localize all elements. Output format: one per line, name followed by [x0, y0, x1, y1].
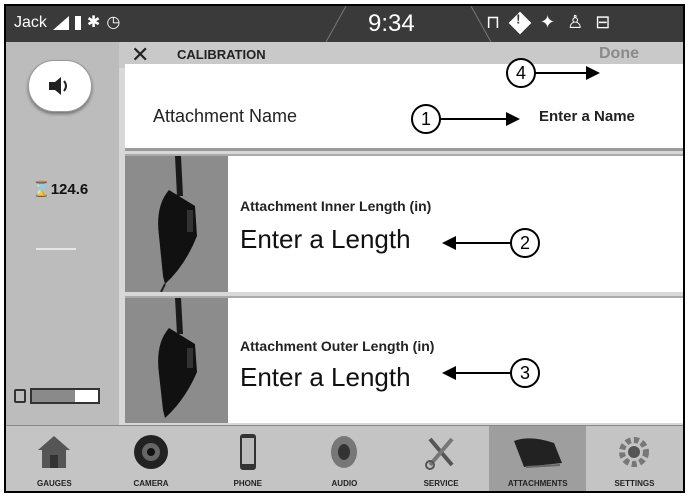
- outer-length-card[interactable]: Attachment Outer Length (in) Enter a Len…: [125, 296, 683, 423]
- phone-icon: [228, 432, 268, 472]
- callout-1-arrow-line: [439, 118, 509, 120]
- hour-meter: ⌛124.6: [32, 180, 88, 198]
- callout-4: 4: [506, 58, 536, 88]
- nav-label: SETTINGS: [614, 479, 655, 488]
- nav-settings[interactable]: SETTINGS: [586, 426, 683, 491]
- bluetooth-icon: ✱: [86, 14, 101, 31]
- hour-meter-value: 124.6: [50, 181, 89, 198]
- clock-icon: ◷: [106, 14, 121, 31]
- callout-1-arrowhead: [506, 112, 520, 126]
- nav-camera[interactable]: CAMERA: [103, 426, 200, 491]
- inner-length-card[interactable]: Attachment Inner Length (in) Enter a Len…: [125, 154, 683, 293]
- status-bar: Jack ✱ ◷ 9:34 ⊓ ! ✦ ♙ ⊟: [6, 6, 683, 42]
- page-title: CALIBRATION: [177, 47, 266, 62]
- bird-icon: ✦: [540, 12, 556, 32]
- warning-icon: !: [508, 11, 532, 34]
- fuel-pump-icon: ⊟: [595, 12, 611, 32]
- gear-icon: [614, 432, 654, 472]
- bucket-thumbnail: [125, 298, 228, 423]
- door-icon: ⊓: [486, 12, 501, 32]
- clock-time: 9:34: [368, 10, 415, 37]
- nav-label: SERVICE: [423, 479, 459, 488]
- inner-length-label: Attachment Inner Length (in): [240, 198, 432, 214]
- attachment-name-input[interactable]: Enter a Name: [539, 108, 635, 125]
- nav-label: ATTACHMENTS: [507, 479, 568, 488]
- camera-icon: [131, 432, 171, 472]
- nav-label: GAUGES: [37, 479, 72, 488]
- house-icon: [34, 432, 74, 472]
- nav-audio[interactable]: AUDIO: [296, 426, 393, 491]
- bucket-image: [158, 298, 197, 418]
- inner-length-input[interactable]: Enter a Length: [240, 224, 411, 255]
- nav-attachments[interactable]: ATTACHMENTS: [489, 426, 587, 491]
- hourglass-icon: ⌛: [32, 181, 51, 198]
- nav-label: AUDIO: [331, 479, 358, 488]
- callout-3-arrow-line: [454, 372, 512, 374]
- status-right: ⊓ ! ✦ ♙ ⊟: [486, 11, 611, 34]
- callout-3-arrowhead: [442, 366, 456, 380]
- callout-4-arrowhead: [586, 66, 600, 80]
- operator-icon: ♙: [567, 12, 584, 32]
- attachment-name-label: Attachment Name: [153, 106, 298, 126]
- nav-label: CAMERA: [133, 479, 169, 488]
- fuel-gauge: [14, 388, 100, 404]
- callout-2-arrow-line: [454, 242, 512, 244]
- speaker-icon: [324, 432, 364, 472]
- bucket-image: [158, 156, 197, 293]
- wrench-icon: [421, 432, 461, 472]
- battery-icon: [74, 16, 81, 30]
- status-left: Jack ✱ ◷: [14, 14, 120, 32]
- outer-length-input[interactable]: Enter a Length: [240, 362, 411, 393]
- left-sidebar: ⌛124.6: [6, 42, 119, 425]
- bucket-icon: [510, 432, 566, 472]
- callout-1: 1: [411, 104, 441, 134]
- bucket-thumbnail: [125, 156, 228, 293]
- callout-2: 2: [510, 228, 540, 258]
- nav-gauges[interactable]: GAUGES: [6, 426, 103, 491]
- signal-icon: [52, 16, 69, 30]
- nav-label: PHONE: [233, 479, 262, 488]
- done-button[interactable]: Done: [599, 45, 639, 63]
- callout-4-arrow-line: [534, 72, 589, 74]
- nav-service[interactable]: SERVICE: [393, 426, 490, 491]
- fuel-icon: [14, 389, 26, 403]
- volume-button[interactable]: [28, 60, 92, 112]
- bottom-navigation: GAUGES CAMERA PHONE AUDIO SERVICE ATTACH…: [6, 425, 683, 491]
- outer-length-label: Attachment Outer Length (in): [240, 338, 435, 354]
- callout-3: 3: [510, 358, 540, 388]
- fuel-level-fill: [32, 390, 75, 402]
- user-name: Jack: [14, 14, 47, 31]
- callout-2-arrowhead: [442, 236, 456, 250]
- sidebar-divider: [36, 248, 76, 250]
- fuel-level-bar: [30, 388, 100, 404]
- nav-phone[interactable]: PHONE: [199, 426, 296, 491]
- screen-frame: Jack ✱ ◷ 9:34 ⊓ ! ✦ ♙ ⊟ ⌛124.6 ✕ CALIBRA…: [4, 4, 685, 493]
- speaker-icon: [49, 77, 67, 95]
